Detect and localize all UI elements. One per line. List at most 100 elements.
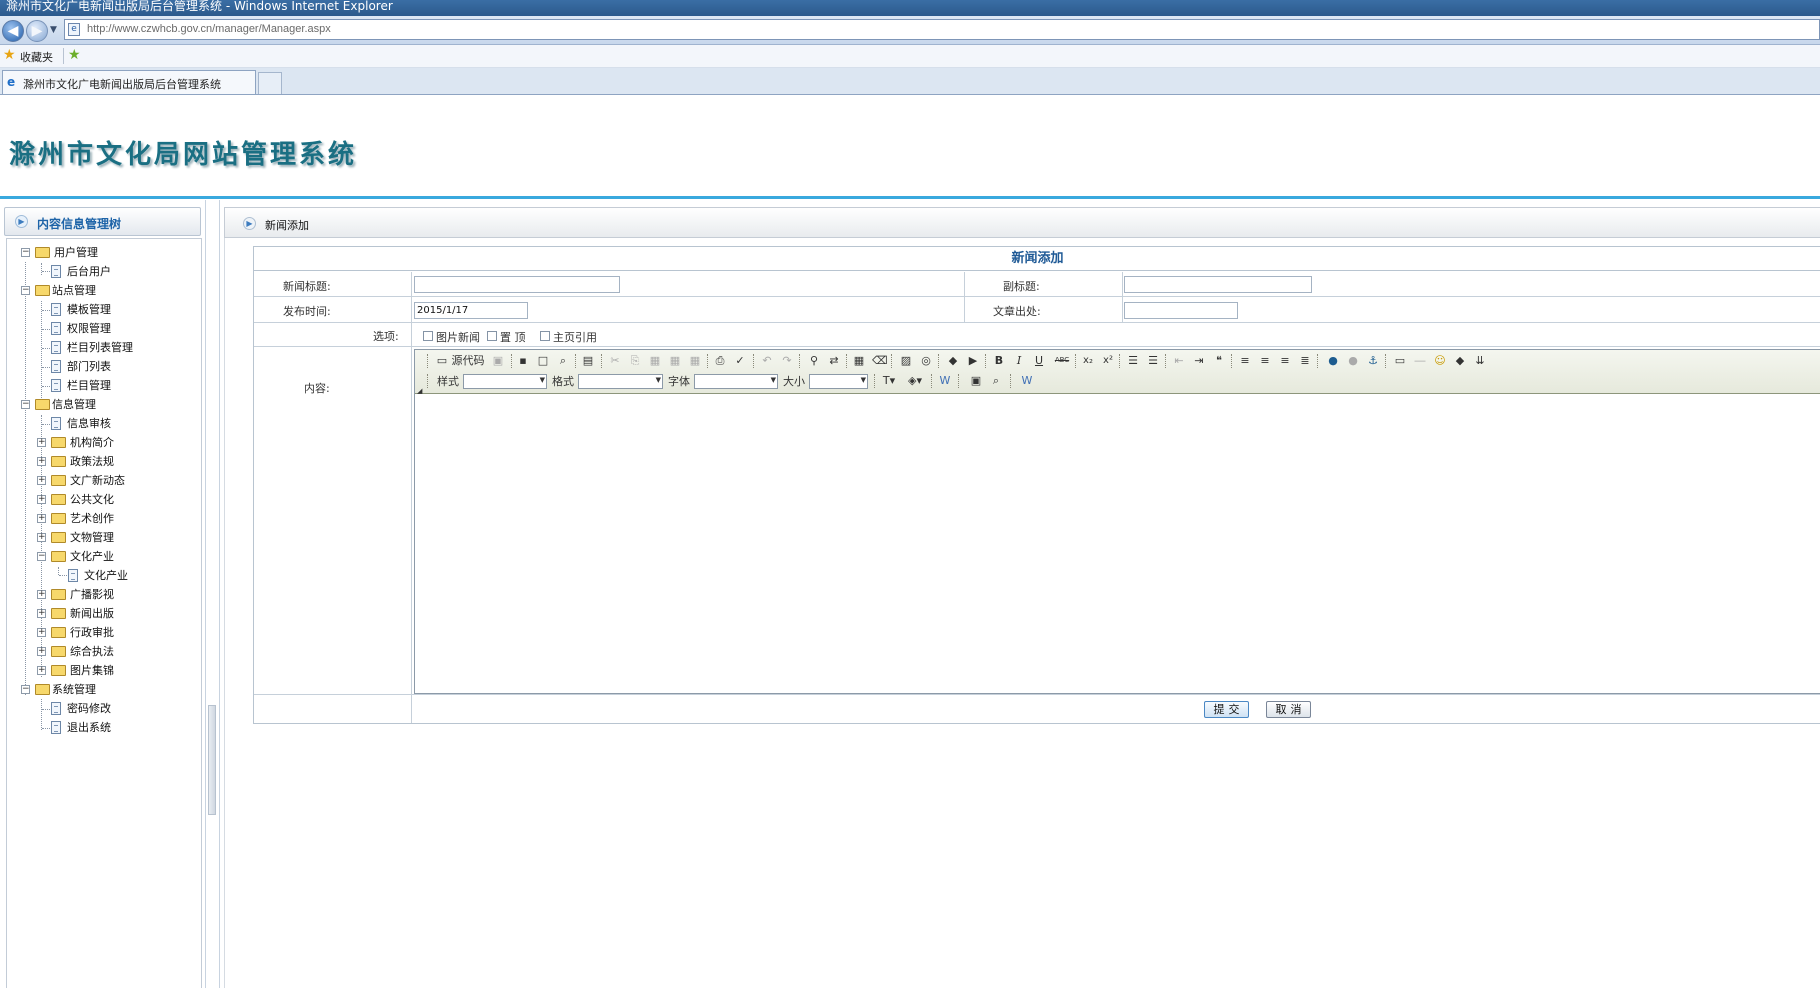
style-select[interactable]: ▼ <box>463 374 547 389</box>
cancel-button[interactable]: 取消 <box>1266 701 1311 718</box>
tree-item-column-mgmt[interactable]: 栏目管理 <box>51 376 191 395</box>
tree-item-info-review[interactable]: 信息审核 <box>51 414 191 433</box>
expand-icon[interactable]: + <box>37 457 46 466</box>
expand-icon[interactable]: + <box>37 438 46 447</box>
expand-icon[interactable]: + <box>37 476 46 485</box>
address-bar[interactable]: e http://www.czwhcb.gov.cn/manager/Manag… <box>64 19 1820 40</box>
tree-item-department-list[interactable]: 部门列表 <box>51 357 191 376</box>
tree-item-admin-approval[interactable]: + 行政审批 <box>37 623 191 642</box>
expand-icon[interactable]: + <box>37 495 46 504</box>
size-select[interactable]: ▼ <box>809 374 868 389</box>
select-all-icon[interactable]: ▦ <box>852 352 866 369</box>
indent-icon[interactable]: ⇥ <box>1192 352 1206 369</box>
table-icon[interactable]: ▭ <box>1393 352 1407 369</box>
publish-time-input[interactable]: 2015/1/17 <box>414 302 528 319</box>
word-icon[interactable]: W <box>1020 372 1034 389</box>
image-news-label[interactable]: 图片新闻 <box>436 329 480 345</box>
numbered-list-icon[interactable]: ☰ <box>1126 352 1140 369</box>
expand-icon[interactable]: + <box>37 590 46 599</box>
copy-icon[interactable]: ⎘ <box>628 352 642 369</box>
expand-icon[interactable]: + <box>37 609 46 618</box>
play-icon[interactable]: ▶ <box>966 352 980 369</box>
expand-icon[interactable]: + <box>37 666 46 675</box>
tree-item-backend-users[interactable]: 后台用户 <box>51 262 191 281</box>
smiley-icon[interactable]: ☺ <box>1433 352 1447 369</box>
anchor-icon[interactable]: ⚓ <box>1366 352 1380 369</box>
subscript-button[interactable]: x₂ <box>1081 352 1095 369</box>
pin-top-label[interactable]: 置 顶 <box>500 329 526 345</box>
image-icon[interactable]: ▨ <box>899 352 913 369</box>
source-code-icon[interactable]: ▭ <box>435 352 449 369</box>
superscript-button[interactable]: x² <box>1101 352 1115 369</box>
tree-item-template-mgmt[interactable]: 模板管理 <box>51 300 191 319</box>
paste-icon[interactable]: ▦ <box>648 352 662 369</box>
font-select[interactable]: ▼ <box>694 374 778 389</box>
format-select[interactable]: ▼ <box>578 374 663 389</box>
pin-top-checkbox[interactable] <box>487 331 497 341</box>
tree-item-culture-industry[interactable]: − 文化产业 <box>37 547 191 566</box>
forward-button[interactable]: ▶ <box>26 20 48 42</box>
paste-word-icon[interactable]: ▦ <box>688 352 702 369</box>
word-paste-icon[interactable]: W <box>938 372 952 389</box>
underline-button[interactable]: U <box>1032 352 1046 369</box>
browser-tab[interactable]: e 滁州市文化广电新闻出版局后台管理系统 <box>2 70 256 94</box>
new-page-icon[interactable]: □ <box>536 352 550 369</box>
save-icon[interactable]: ▪ <box>516 352 530 369</box>
horizontal-rule-icon[interactable]: ― <box>1413 352 1427 369</box>
tree-item-culture-industry-sub[interactable]: 文化产业 <box>68 566 192 585</box>
expand-icon[interactable]: + <box>37 647 46 656</box>
tree-item-permission-mgmt[interactable]: 权限管理 <box>51 319 191 338</box>
align-center-icon[interactable]: ≡ <box>1258 352 1272 369</box>
paste-text-icon[interactable]: ▦ <box>668 352 682 369</box>
favorites-button[interactable]: 收藏夹 <box>20 49 53 65</box>
text-color-icon[interactable]: T▾ <box>878 372 900 389</box>
page-break-icon[interactable]: ⇊ <box>1473 352 1487 369</box>
expand-icon[interactable]: + <box>37 514 46 523</box>
tree-item-public-culture[interactable]: + 公共文化 <box>37 490 191 509</box>
undo-icon[interactable]: ↶ <box>760 352 774 369</box>
tree-item-user-mgmt[interactable]: − 用户管理 <box>21 243 191 262</box>
replace-icon[interactable]: ⇄ <box>827 352 841 369</box>
tree-item-column-list-mgmt[interactable]: 栏目列表管理 <box>51 338 191 357</box>
new-tab-button[interactable] <box>258 72 282 94</box>
outdent-icon[interactable]: ⇤ <box>1172 352 1186 369</box>
italic-button[interactable]: I <box>1012 352 1026 369</box>
maximize-icon[interactable]: ▣ <box>969 372 983 389</box>
spellcheck-icon[interactable]: ✓ <box>733 352 747 369</box>
source-input[interactable] <box>1124 302 1238 319</box>
cut-icon[interactable]: ✂ <box>608 352 622 369</box>
bullet-list-icon[interactable]: ☰ <box>1146 352 1160 369</box>
address-url[interactable]: http://www.czwhcb.gov.cn/manager/Manager… <box>87 23 331 35</box>
align-right-icon[interactable]: ≡ <box>1278 352 1292 369</box>
find-icon[interactable]: ⚲ <box>807 352 821 369</box>
print-icon[interactable]: ⎙ <box>713 352 727 369</box>
tree-item-site-mgmt[interactable]: − 站点管理 <box>21 281 191 300</box>
tree-item-change-password[interactable]: 密码修改 <box>51 699 191 718</box>
source-code-button[interactable]: 源代码 <box>451 352 485 369</box>
show-blocks-icon[interactable]: ⌕ <box>989 372 1003 389</box>
collapse-icon[interactable]: − <box>21 685 30 694</box>
editor-content-area[interactable] <box>415 394 1820 693</box>
home-ref-label[interactable]: 主页引用 <box>553 329 597 345</box>
templates-icon[interactable]: ▤ <box>581 352 595 369</box>
align-left-icon[interactable]: ≡ <box>1238 352 1252 369</box>
tree-item-system-mgmt[interactable]: − 系统管理 <box>21 680 191 699</box>
blockquote-icon[interactable]: ❝ <box>1212 352 1226 369</box>
collapse-icon[interactable]: − <box>21 400 30 409</box>
news-title-input[interactable] <box>414 276 620 293</box>
add-favorite-icon[interactable]: ★ <box>68 47 81 63</box>
tab-title[interactable]: 滁州市文化广电新闻出版局后台管理系统 <box>23 76 221 92</box>
special-char-icon[interactable]: ◆ <box>1453 352 1467 369</box>
align-justify-icon[interactable]: ≣ <box>1298 352 1312 369</box>
tree-item-news-publishing[interactable]: + 新闻出版 <box>37 604 191 623</box>
image-news-checkbox[interactable] <box>423 331 433 341</box>
tree-item-art-creation[interactable]: + 艺术创作 <box>37 509 191 528</box>
tree-item-info-mgmt[interactable]: − 信息管理 <box>21 395 191 414</box>
tree-item-law-enforcement[interactable]: + 综合执法 <box>37 642 191 661</box>
collapse-icon[interactable]: − <box>37 552 46 561</box>
tree-item-org-intro[interactable]: + 机构简介 <box>37 433 191 452</box>
preview-icon[interactable]: ▣ <box>491 352 505 369</box>
submit-button[interactable]: 提交 <box>1204 701 1249 718</box>
home-ref-checkbox[interactable] <box>540 331 550 341</box>
collapse-icon[interactable]: − <box>21 248 30 257</box>
